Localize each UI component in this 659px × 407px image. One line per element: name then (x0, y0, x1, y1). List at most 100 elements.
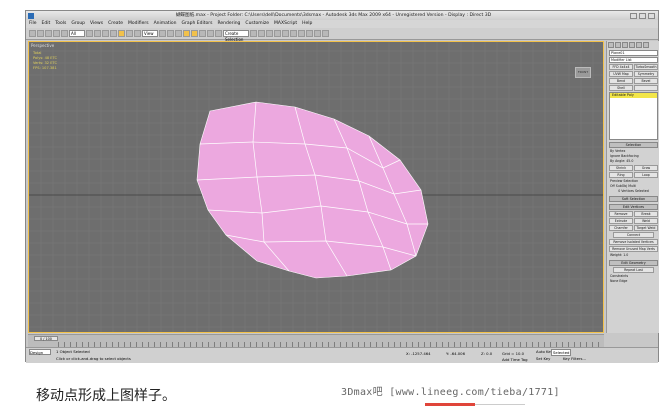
edit-vertices-rollout[interactable]: Edit Vertices (609, 204, 658, 210)
close-icon[interactable] (648, 12, 655, 19)
viewcube[interactable]: FRONT (575, 67, 591, 78)
graphite-icon[interactable] (274, 30, 281, 37)
select-move-icon[interactable] (118, 30, 125, 37)
menu-create[interactable]: Create (108, 20, 123, 28)
maximize-icon[interactable] (639, 12, 646, 19)
mirror-icon[interactable] (250, 30, 257, 37)
by-angle-checkbox[interactable]: By Angle: 45.0 (610, 159, 657, 164)
undo-icon[interactable] (29, 30, 36, 37)
select-rotate-icon[interactable] (126, 30, 133, 37)
soft-selection-rollout[interactable]: Soft Selection (609, 196, 658, 202)
remove-unused-map-button[interactable]: Remove Unused Map Verts (609, 246, 658, 252)
repeat-last-button[interactable]: Repeat Last (613, 267, 654, 273)
maxscript-listener[interactable]: Design (29, 349, 51, 355)
align-icon[interactable] (258, 30, 265, 37)
target-weld-button[interactable]: Target Weld (634, 225, 658, 231)
select-manipulate-icon[interactable] (167, 30, 174, 37)
modifier-list-dropdown[interactable]: Modifier List (609, 57, 658, 63)
selection-rollout[interactable]: Selection (609, 142, 658, 148)
menu-help[interactable]: Help (302, 20, 312, 28)
menu-customize[interactable]: Customize (245, 20, 269, 28)
pivot-center-icon[interactable] (159, 30, 166, 37)
menu-group[interactable]: Group (71, 20, 85, 28)
bevel-button[interactable]: Bevel (634, 78, 658, 84)
grow-button[interactable]: Grow (634, 165, 658, 171)
viewport-canvas[interactable] (29, 42, 604, 333)
display-tab-icon[interactable] (636, 42, 642, 48)
object-name-field[interactable]: Plane01 (609, 50, 658, 56)
percent-snap-icon[interactable] (199, 30, 206, 37)
menu-graph-editors[interactable]: Graph Editors (182, 20, 213, 28)
angle-snap-icon[interactable] (191, 30, 198, 37)
constraints-options[interactable]: None Edge (610, 279, 657, 284)
render-production-icon[interactable] (322, 30, 329, 37)
x-value[interactable]: -1257.464 (411, 351, 431, 356)
menu-animation[interactable]: Animation (154, 20, 177, 28)
symmetry-button[interactable]: Symmetry (634, 71, 658, 77)
y-value[interactable]: -64.006 (450, 351, 465, 356)
menu-views[interactable]: Views (90, 20, 103, 28)
ring-button[interactable]: Ring (609, 172, 633, 178)
rect-selection-icon[interactable] (102, 30, 109, 37)
bend-button[interactable]: Bend (609, 78, 633, 84)
menu-maxscript[interactable]: MAXScript (274, 20, 297, 28)
menu-edit[interactable]: Edit (42, 20, 51, 28)
mesh-surface[interactable] (196, 101, 429, 279)
rendered-frame-icon[interactable] (314, 30, 321, 37)
select-by-name-icon[interactable] (94, 30, 101, 37)
keyboard-shortcut-icon[interactable] (175, 30, 182, 37)
x-coordinate[interactable]: X: -1257.464 (406, 351, 431, 356)
loop-button[interactable]: Loop (634, 172, 658, 178)
spinner-snap-icon[interactable] (207, 30, 214, 37)
add-time-tag[interactable]: Add Time Tag (502, 357, 527, 362)
shrink-button[interactable]: Shrink (609, 165, 633, 171)
menu-modifiers[interactable]: Modifiers (128, 20, 149, 28)
weld-button[interactable]: Weld (634, 218, 658, 224)
schematic-view-icon[interactable] (290, 30, 297, 37)
ffd-button[interactable]: FFD 4x4x4 (609, 64, 633, 70)
connect-button[interactable]: Connect (613, 232, 654, 238)
snap-toggle-icon[interactable] (183, 30, 190, 37)
render-setup-icon[interactable] (306, 30, 313, 37)
edit-named-selection-icon[interactable] (215, 30, 222, 37)
key-mode-dropdown[interactable]: Selected (551, 349, 572, 356)
menu-rendering[interactable]: Rendering (217, 20, 240, 28)
minimize-icon[interactable] (630, 12, 637, 19)
layer-manager-icon[interactable] (266, 30, 273, 37)
perspective-viewport[interactable]: Perspective Total Polys: 48 ETC Verts: 3… (28, 41, 604, 333)
redo-icon[interactable] (37, 30, 44, 37)
modifier-stack[interactable]: Editable Poly (609, 92, 658, 140)
z-coordinate[interactable]: Z: 0.0 (481, 351, 492, 356)
y-coordinate[interactable]: Y: -64.006 (446, 351, 465, 356)
create-tab-icon[interactable] (608, 42, 614, 48)
unlink-icon[interactable] (53, 30, 60, 37)
weight-spinner[interactable]: 1.0 (623, 253, 628, 257)
named-selection-dropdown[interactable]: Create Selection Set (223, 30, 249, 48)
empty-button[interactable] (634, 85, 658, 91)
select-scale-icon[interactable] (134, 30, 141, 37)
ref-coord-dropdown[interactable]: View (142, 30, 158, 37)
viewport-label[interactable]: Perspective (31, 43, 54, 48)
uvw-map-button[interactable]: UVW Map (609, 71, 633, 77)
modify-tab-icon[interactable] (615, 42, 621, 48)
menu-tools[interactable]: Tools (55, 20, 66, 28)
hierarchy-tab-icon[interactable] (622, 42, 628, 48)
motion-tab-icon[interactable] (629, 42, 635, 48)
shell-button[interactable]: Shell (609, 85, 633, 91)
stack-item-editable-poly[interactable]: Editable Poly (610, 93, 657, 98)
utilities-tab-icon[interactable] (643, 42, 649, 48)
edit-geometry-rollout[interactable]: Edit Geometry (609, 260, 658, 266)
editable-poly-mesh[interactable] (196, 101, 429, 279)
z-value[interactable]: 0.0 (486, 351, 492, 356)
chamfer-button[interactable]: Chamfer (609, 225, 633, 231)
key-filters-button[interactable]: Key Filters... (563, 356, 586, 361)
time-slider[interactable]: 0 / 100 (34, 336, 58, 341)
material-editor-icon[interactable] (298, 30, 305, 37)
window-crossing-icon[interactable] (110, 30, 117, 37)
set-key-button[interactable]: Set Key (536, 356, 550, 361)
link-icon[interactable] (45, 30, 52, 37)
selection-filter-dropdown[interactable]: All (69, 30, 85, 37)
break-button[interactable]: Break (634, 211, 658, 217)
select-object-icon[interactable] (86, 30, 93, 37)
remove-button[interactable]: Remove (609, 211, 633, 217)
